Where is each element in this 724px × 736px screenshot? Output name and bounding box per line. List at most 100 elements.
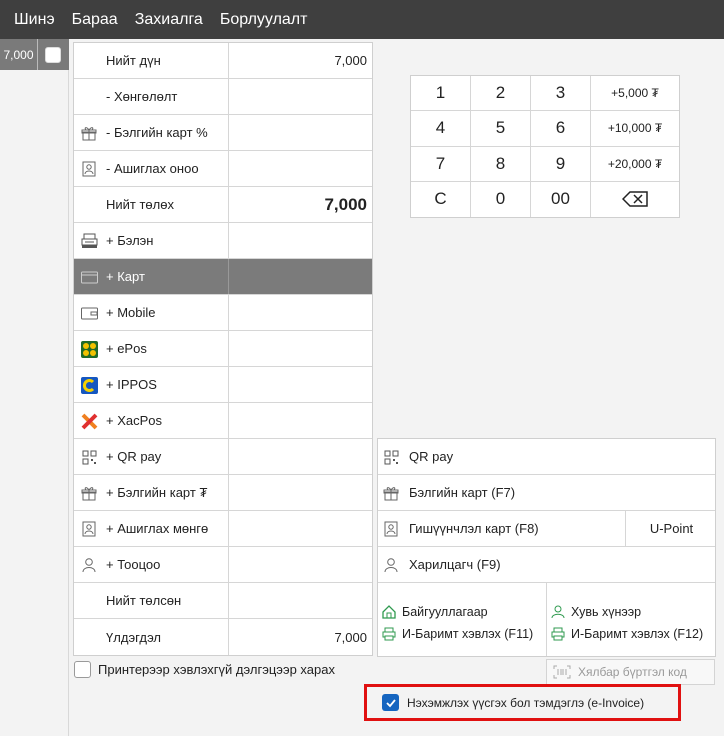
member-card-button[interactable]: Гишүүнчлэл карт (F8) U-Point: [378, 511, 715, 547]
row-label: Үлдэгдэл: [106, 629, 162, 645]
building-icon: [382, 605, 396, 619]
key-0[interactable]: 0: [471, 181, 531, 217]
row-xacpos[interactable]: + XacPos: [74, 403, 372, 439]
person-print-label: И-Баримт хэвлэх (F12): [571, 627, 704, 641]
row-total-payable: Нийт төлөх 7,000: [74, 187, 372, 223]
key-2[interactable]: 2: [471, 76, 531, 112]
xacpos-icon: [80, 412, 98, 430]
printer-icon: [382, 627, 396, 641]
key-plus-20000[interactable]: +20,000 ₮: [591, 147, 679, 182]
gift-card-button[interactable]: Бэлгийн карт (F7): [378, 475, 715, 511]
key-5[interactable]: 5: [471, 111, 531, 147]
row-value: [229, 475, 372, 510]
row-label: - Бэлгийн карт %: [106, 125, 208, 140]
qr-pay-button[interactable]: QR pay: [378, 439, 715, 475]
key-7[interactable]: 7: [411, 146, 471, 182]
row-use-money[interactable]: + Ашиглах мөнгө: [74, 511, 372, 547]
gift-icon: [80, 124, 98, 142]
menu-products[interactable]: Бараа: [72, 11, 118, 29]
menu-sales[interactable]: Борлуулалт: [220, 11, 308, 29]
row-discount[interactable]: - Хөнгөлөлт: [74, 79, 372, 115]
person-ebarimt-button[interactable]: Хувь хүнээр И-Баримт хэвлэх (F12): [546, 583, 715, 656]
customer-button[interactable]: Харилцагч (F9): [378, 547, 715, 583]
org-ebarimt-button[interactable]: Байгууллагаар И-Баримт хэвлэх (F11): [378, 583, 546, 656]
row-label: Нийт төлөх: [106, 197, 174, 212]
gift-icon: [382, 484, 400, 502]
menu-bar: Шинэ Бараа Захиалга Борлуулалт: [0, 0, 724, 39]
key-clear[interactable]: C: [411, 181, 471, 217]
row-qr-pay[interactable]: + QR pay: [74, 439, 372, 475]
printer-icon: [551, 627, 565, 641]
upoint-button[interactable]: U-Point: [625, 511, 717, 546]
row-label: + Карт: [106, 269, 145, 284]
key-plus-10000[interactable]: +10,000 ₮: [591, 111, 679, 147]
row-ippos[interactable]: + IPPOS: [74, 367, 372, 403]
row-label: + Бэлгийн карт ₮: [106, 485, 208, 500]
ippos-icon: [80, 376, 98, 394]
key-9[interactable]: 9: [531, 146, 591, 182]
row-label: + Тооцоо: [106, 557, 161, 572]
menu-new[interactable]: Шинэ: [14, 11, 55, 29]
order-tab[interactable]: 7,000: [0, 39, 69, 70]
row-settlement[interactable]: + Тооцоо: [74, 547, 372, 583]
ebarimt-bar: Байгууллагаар И-Баримт хэвлэх (F11) Хувь…: [378, 583, 715, 656]
print-preview-label: Принтерээр хэвлэхгүй дэлгэцээр харах: [98, 662, 335, 677]
row-value: 7,000: [334, 53, 367, 68]
order-amount: 7,000: [0, 39, 38, 70]
menu-orders[interactable]: Захиалга: [135, 11, 203, 29]
row-value: [229, 223, 372, 258]
checkbox[interactable]: [74, 661, 91, 678]
row-value: [229, 403, 372, 438]
key-8[interactable]: 8: [471, 146, 531, 182]
row-value: [229, 367, 372, 402]
key-3[interactable]: 3: [531, 76, 591, 112]
row-card[interactable]: + Карт: [74, 259, 372, 295]
qr-icon: [80, 448, 98, 466]
row-label: + IPPOS: [106, 377, 157, 392]
row-cash[interactable]: + Бэлэн: [74, 223, 372, 259]
epos-icon: [80, 340, 98, 358]
key-6[interactable]: 6: [531, 111, 591, 147]
row-gift-card-amount[interactable]: + Бэлгийн карт ₮: [74, 475, 372, 511]
options-panel: QR pay Бэлгийн карт (F7) Гишүүнчлэл карт…: [377, 438, 716, 657]
row-epos[interactable]: + ePos: [74, 331, 372, 367]
row-value: [229, 259, 372, 294]
row-label: + QR pay: [106, 449, 162, 464]
row-value: [229, 547, 372, 582]
row-label: + Бэлэн: [106, 233, 154, 248]
person-icon: [551, 605, 565, 619]
cash-register-icon: [80, 232, 98, 250]
person-icon: [80, 556, 98, 574]
backspace-button[interactable]: [591, 182, 679, 217]
row-label: Нийт төлсөн: [106, 593, 182, 608]
row-use-points[interactable]: - Ашиглах оноо: [74, 151, 372, 187]
row-label: - Хөнгөлөлт: [106, 89, 178, 104]
payment-table: Нийт дүн 7,000 - Хөнгөлөлт - Бэлгийн кар…: [73, 42, 373, 656]
row-label: + Ашиглах мөнгө: [106, 521, 209, 536]
key-4[interactable]: 4: [411, 111, 471, 147]
row-label: + Mobile: [106, 305, 156, 320]
person-icon: [382, 556, 400, 574]
key-00[interactable]: 00: [531, 181, 591, 217]
row-label: - Ашиглах оноо: [106, 161, 199, 176]
order-checkbox[interactable]: [45, 46, 61, 63]
row-value: [229, 115, 372, 150]
card-icon: [80, 268, 98, 286]
easy-code-input[interactable]: Хялбар бүртгэл код: [546, 659, 715, 685]
member-card-label: Гишүүнчлэл карт (F8): [409, 521, 539, 536]
checkbox-checked[interactable]: [382, 694, 399, 711]
row-mobile[interactable]: + Mobile: [74, 295, 372, 331]
print-preview-checkbox[interactable]: Принтерээр хэвлэхгүй дэлгэцээр харах: [74, 661, 335, 678]
einvoice-checkbox[interactable]: Нэхэмжлэх үүсгэх бол тэмдэглэ (e-Invoice…: [364, 684, 681, 721]
key-1[interactable]: 1: [411, 76, 471, 112]
key-plus-5000[interactable]: +5,000 ₮: [591, 76, 679, 112]
row-value: [229, 79, 372, 114]
row-value: [229, 295, 372, 330]
gift-icon: [80, 484, 98, 502]
person-title: Хувь хүнээр: [571, 605, 642, 619]
backspace-icon: [622, 191, 648, 208]
org-print-label: И-Баримт хэвлэх (F11): [402, 627, 534, 641]
member-card-icon: [382, 520, 400, 538]
row-total-paid: Нийт төлсөн: [74, 583, 372, 619]
row-gift-card-percent[interactable]: - Бэлгийн карт %: [74, 115, 372, 151]
